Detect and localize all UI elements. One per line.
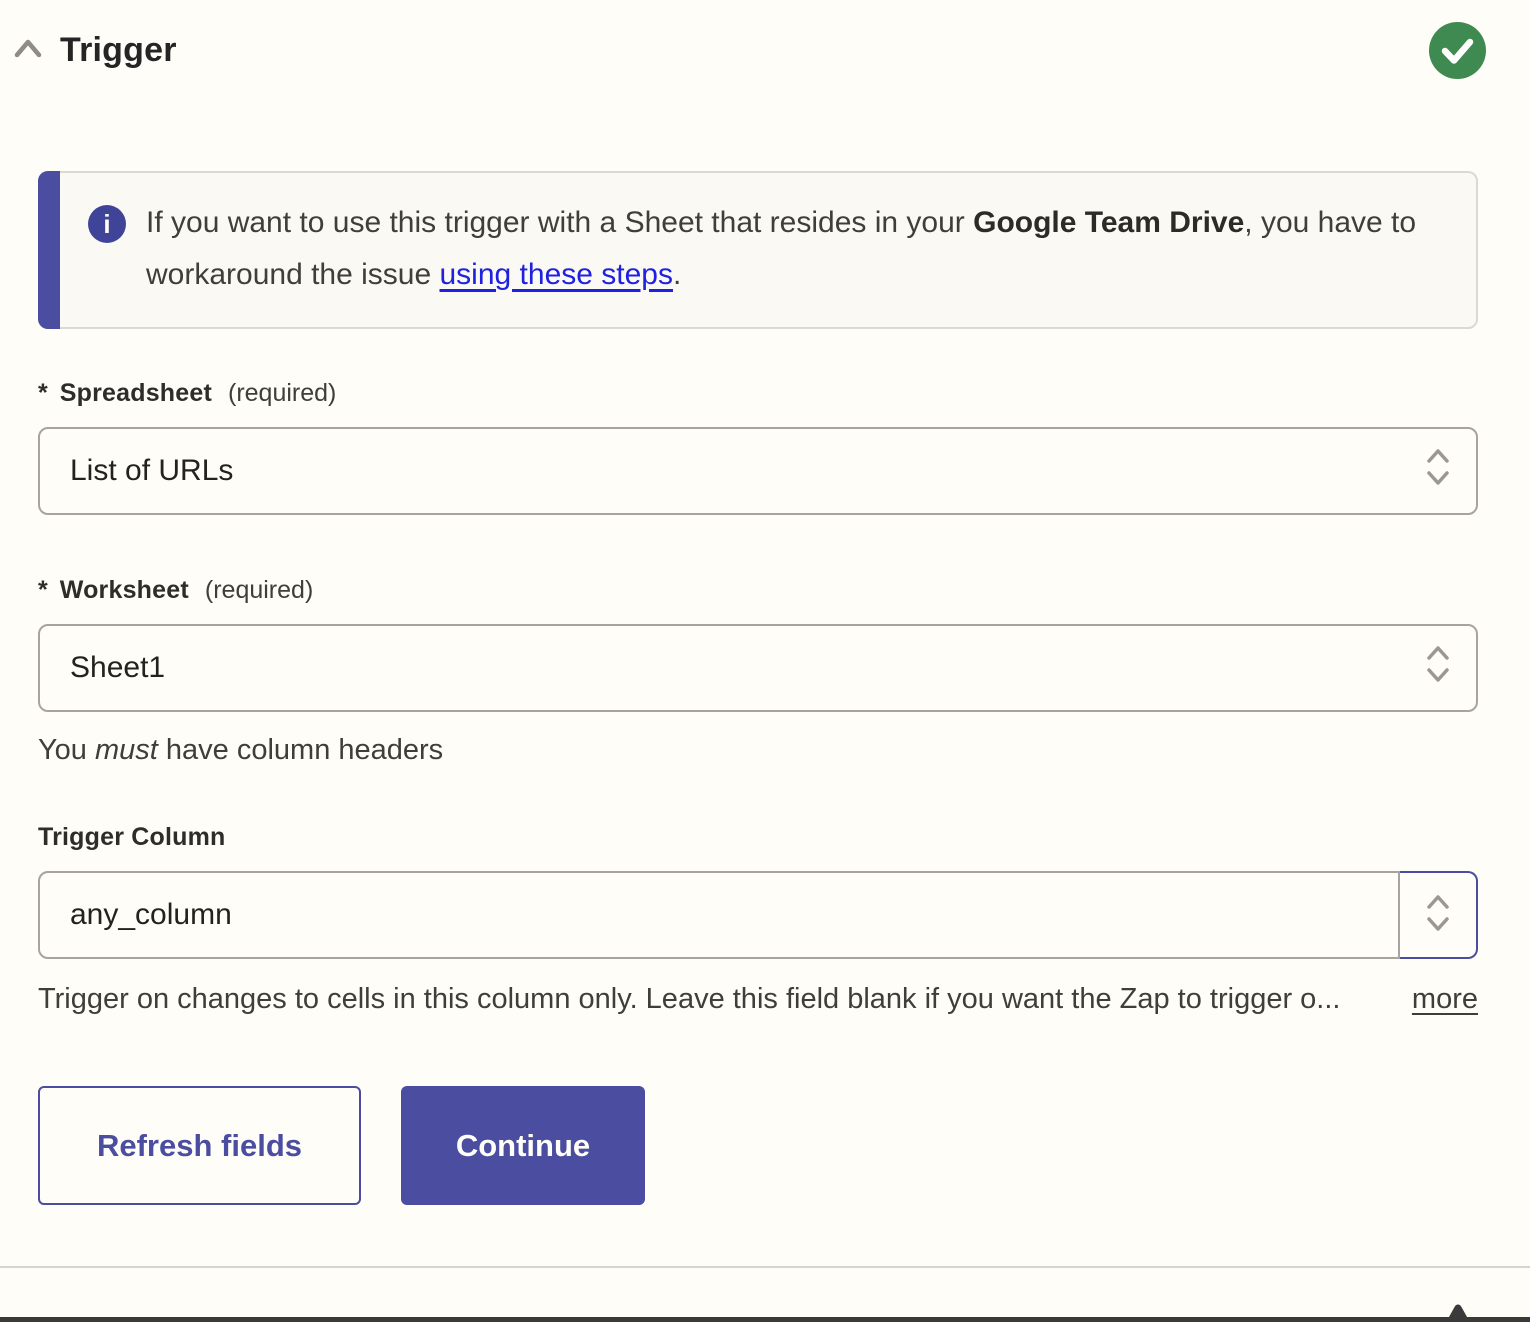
workaround-steps-link[interactable]: using these steps — [440, 258, 673, 291]
trigger-column-stepper-button[interactable] — [1400, 871, 1478, 959]
worksheet-helper-part1: You — [38, 734, 95, 766]
spreadsheet-label: Spreadsheet — [60, 379, 212, 408]
chevron-up-icon — [12, 36, 44, 65]
refresh-fields-button[interactable]: Refresh fields — [38, 1086, 361, 1205]
worksheet-helper-part2: have column headers — [158, 734, 443, 766]
banner-text-end: . — [673, 258, 681, 291]
test-section-header: Test — [0, 1268, 1530, 1322]
spreadsheet-required-note: (required) — [228, 379, 336, 408]
action-button-row: Refresh fields Continue — [38, 1086, 1478, 1205]
trigger-column-value: any_column — [70, 898, 232, 932]
worksheet-helper-text: You must have column headers — [38, 734, 1478, 767]
panel-bottom-edge — [0, 1317, 1530, 1322]
collapse-trigger-button[interactable] — [10, 33, 46, 69]
spreadsheet-select-value: List of URLs — [70, 454, 1424, 488]
more-link[interactable]: more — [1412, 983, 1478, 1016]
select-chevrons-icon — [1424, 642, 1452, 694]
trigger-status-icon — [1429, 22, 1486, 79]
info-icon: i — [88, 205, 126, 243]
trigger-column-helper-row: Trigger on changes to cells in this colu… — [38, 983, 1478, 1016]
check-circle-icon — [1429, 22, 1486, 79]
required-asterisk: * — [38, 379, 48, 408]
trigger-column-label-row: Trigger Column — [38, 823, 1478, 852]
banner-text: If you want to use this trigger with a S… — [146, 197, 1428, 301]
trigger-column-label: Trigger Column — [38, 823, 226, 852]
worksheet-helper-italic: must — [95, 734, 158, 766]
required-asterisk: * — [38, 576, 48, 605]
spreadsheet-select[interactable]: List of URLs — [38, 427, 1478, 515]
spreadsheet-label-row: * Spreadsheet (required) — [38, 379, 1478, 408]
worksheet-label-row: * Worksheet (required) — [38, 576, 1478, 605]
worksheet-select[interactable]: Sheet1 — [38, 624, 1478, 712]
trigger-section-title: Trigger — [60, 31, 177, 70]
trigger-column-input[interactable]: any_column — [38, 871, 1400, 959]
trigger-column-helper-text: Trigger on changes to cells in this colu… — [38, 983, 1340, 1016]
worksheet-select-value: Sheet1 — [70, 651, 1424, 685]
trigger-form: * Spreadsheet (required) List of URLs * … — [0, 379, 1530, 1205]
trigger-setup-panel: Trigger i If you want to use this trigge… — [0, 0, 1530, 1322]
select-chevrons-icon — [1424, 891, 1452, 940]
trigger-column-select: any_column — [38, 871, 1478, 959]
continue-button[interactable]: Continue — [401, 1086, 645, 1205]
banner-text-bold: Google Team Drive — [973, 206, 1244, 239]
worksheet-required-note: (required) — [205, 576, 313, 605]
banner-accent-bar — [38, 171, 60, 329]
trigger-section-header: Trigger — [0, 0, 1530, 79]
banner-text-part1: If you want to use this trigger with a S… — [146, 206, 973, 239]
team-drive-info-banner: i If you want to use this trigger with a… — [38, 171, 1478, 329]
select-chevrons-icon — [1424, 445, 1452, 497]
worksheet-label: Worksheet — [60, 576, 189, 605]
